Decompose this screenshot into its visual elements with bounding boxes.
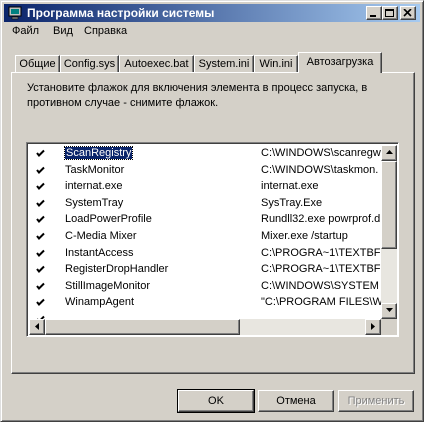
startup-item-command: SysTray.Exe (261, 196, 323, 209)
minimize-button[interactable] (366, 6, 382, 20)
startup-row[interactable]: C-Media Mixer Mixer.exe /startup (29, 228, 381, 245)
scroll-corner (381, 319, 397, 335)
tab-win-ini[interactable]: Win.ini (254, 55, 298, 72)
startup-row[interactable]: LoadPowerProfile Rundll32.exe powrprof.dl… (29, 211, 381, 228)
startup-list[interactable]: ScanRegistry C:\WINDOWS\scanregw TaskMonit… (26, 142, 399, 337)
tab-startup[interactable]: Автозагрузка (298, 52, 382, 73)
window-title: Программа настройки системы (27, 6, 215, 20)
ok-button[interactable]: OK (177, 389, 255, 413)
scroll-down-button[interactable] (381, 303, 397, 319)
startup-item-name: ScanRegistry (63, 146, 134, 160)
startup-item-name: internat.exe (65, 180, 123, 193)
startup-checkbox[interactable] (35, 198, 46, 209)
startup-row[interactable]: RegisterDropHandler C:\PROGRA~1\TEXTBF (29, 261, 381, 278)
left-arrow-icon (35, 323, 39, 330)
up-arrow-icon (386, 150, 393, 154)
vertical-scrollbar[interactable] (381, 145, 397, 319)
startup-row[interactable]: WinampAgent "C:\PROGRAM FILES\W (29, 294, 381, 311)
startup-instructions: Установите флажок для включения элемента… (27, 82, 368, 109)
startup-item-command: C:\WINDOWS\taskmon. (261, 163, 379, 176)
startup-row[interactable]: StillImageMonitor C:\WINDOWS\SYSTEM (29, 278, 381, 295)
startup-checkbox[interactable] (35, 148, 46, 159)
startup-checkbox[interactable] (35, 165, 46, 176)
maximize-button[interactable] (382, 6, 398, 20)
startup-item-name: RegisterDropHandler (65, 263, 169, 276)
scroll-right-button[interactable] (365, 319, 381, 335)
startup-item-name: SystemTray (65, 196, 124, 209)
horizontal-scrollbar[interactable] (29, 319, 381, 335)
startup-row[interactable]: ScanRegistry C:\WINDOWS\scanregw (29, 145, 381, 162)
startup-row[interactable]: TaskMonitor C:\WINDOWS\taskmon. (29, 162, 381, 179)
startup-item-command: C:\WINDOWS\scanregw (261, 147, 381, 159)
startup-checkbox[interactable] (35, 281, 46, 292)
title-bar[interactable]: Программа настройки системы (4, 4, 420, 22)
startup-item-command: C:\PROGRA~1\TEXTBF (261, 263, 381, 276)
startup-item-command: Mixer.exe /startup (261, 230, 348, 242)
close-icon (403, 9, 412, 17)
maximize-icon (385, 9, 394, 17)
tab-config-sys[interactable]: Config.sys (60, 55, 119, 72)
computer-icon (8, 6, 22, 20)
system-config-window: Программа настройки системы Файл Вид Спр… (0, 0, 424, 422)
startup-item-name: StillImageMonitor (65, 279, 150, 292)
startup-checkbox[interactable] (35, 248, 46, 259)
tab-autoexec-bat[interactable]: Autoexec.bat (119, 55, 194, 72)
startup-row[interactable]: InstantAccess C:\PROGRA~1\TEXTBF (29, 245, 381, 262)
startup-item-name: C-Media Mixer (65, 230, 137, 242)
startup-item-name: InstantAccess (65, 246, 134, 259)
tab-system-ini[interactable]: System.ini (194, 55, 254, 72)
menu-view[interactable]: Вид (53, 25, 73, 37)
tab-general[interactable]: Общие (15, 55, 60, 72)
startup-item-command: C:\PROGRA~1\TEXTBF (261, 246, 381, 259)
startup-item-command: internat.exe (261, 180, 319, 193)
startup-checkbox[interactable] (35, 264, 46, 275)
startup-checkbox[interactable] (35, 181, 46, 192)
startup-item-command: C:\WINDOWS\SYSTEM (261, 279, 379, 292)
startup-row[interactable]: internat.exe internat.exe (29, 178, 381, 195)
startup-row[interactable] (29, 311, 381, 319)
menu-help[interactable]: Справка (84, 25, 127, 37)
startup-item-name: TaskMonitor (65, 163, 125, 176)
startup-checkbox[interactable] (35, 214, 46, 225)
right-arrow-icon (371, 323, 375, 330)
startup-item-name: WinampAgent (65, 296, 135, 309)
minimize-icon (370, 15, 376, 17)
startup-checkbox[interactable] (35, 231, 46, 242)
close-button[interactable] (400, 6, 416, 20)
startup-item-command: Rundll32.exe powrprof.dll (261, 213, 381, 226)
startup-item-command: "C:\PROGRAM FILES\W (261, 296, 381, 309)
scroll-up-button[interactable] (381, 145, 397, 161)
horizontal-scroll-thumb[interactable] (45, 319, 240, 335)
startup-item-name: LoadPowerProfile (65, 213, 152, 226)
apply-button[interactable]: Применить (338, 390, 414, 412)
startup-row[interactable]: SystemTray SysTray.Exe (29, 195, 381, 212)
vertical-scroll-thumb[interactable] (381, 161, 397, 249)
cancel-button[interactable]: Отмена (258, 390, 334, 412)
down-arrow-icon (386, 308, 393, 312)
menu-file[interactable]: Файл (12, 25, 39, 37)
startup-rows: ScanRegistry C:\WINDOWS\scanregw TaskMonit… (29, 145, 381, 319)
startup-checkbox[interactable] (35, 297, 46, 308)
scroll-left-button[interactable] (29, 319, 45, 335)
